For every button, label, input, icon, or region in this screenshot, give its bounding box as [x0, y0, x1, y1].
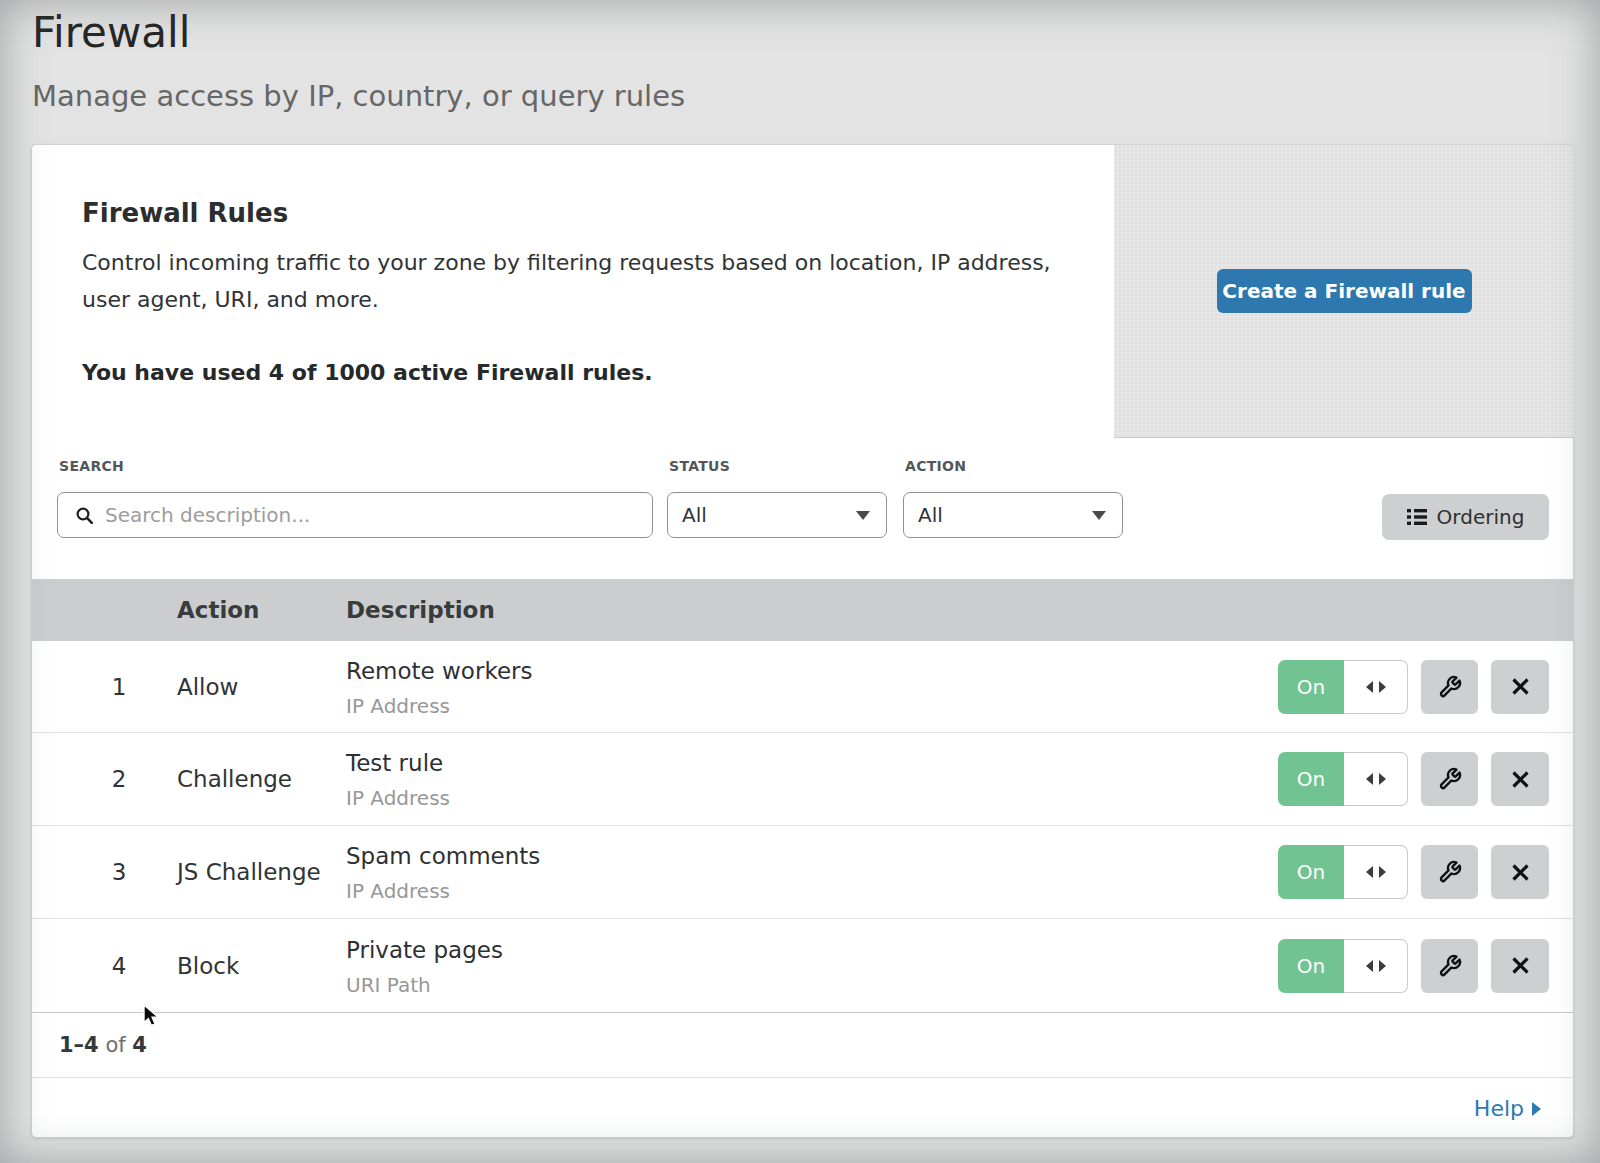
list-icon	[1407, 508, 1427, 526]
help-label: Help	[1474, 1096, 1524, 1121]
delete-rule-button[interactable]	[1491, 660, 1549, 714]
resize-arrows-icon	[1365, 772, 1387, 786]
create-firewall-rule-button[interactable]: Create a Firewall rule	[1217, 269, 1472, 313]
rule-toggle: On	[1278, 660, 1408, 714]
delete-rule-button[interactable]	[1491, 845, 1549, 899]
close-icon	[1512, 864, 1529, 881]
action-select-value: All	[918, 503, 943, 527]
rule-description: Private pages URI Path	[346, 936, 503, 995]
table-header: Action Description	[32, 579, 1573, 641]
pagination-of: of	[105, 1033, 125, 1057]
action-label: ACTION	[905, 458, 966, 474]
close-icon	[1512, 771, 1529, 788]
close-icon	[1512, 957, 1529, 974]
wrench-icon	[1438, 767, 1462, 791]
table-footer: 1–4 of 4	[32, 1013, 1573, 1078]
firewall-rules-description: Control incoming traffic to your zone by…	[82, 244, 1067, 318]
rule-description-type: IP Address	[346, 787, 450, 809]
pagination-summary: 1–4 of 4	[59, 1013, 147, 1078]
rule-toggle-on[interactable]: On	[1278, 939, 1344, 993]
column-header-description: Description	[346, 579, 495, 641]
rule-priority: 4	[89, 953, 149, 979]
firewall-rules-heading: Firewall Rules	[82, 198, 288, 228]
rule-description-title: Test rule	[346, 750, 450, 776]
status-select-value: All	[682, 503, 707, 527]
rule-toggle-on[interactable]: On	[1278, 845, 1344, 899]
create-rule-panel: Create a Firewall rule	[1114, 145, 1574, 438]
rule-row-4: 4 Block Private pages URI Path On	[32, 919, 1573, 1013]
rule-toggle-handle[interactable]	[1344, 845, 1408, 899]
rule-description-title: Spam comments	[346, 843, 540, 869]
page-subtitle: Manage access by IP, country, or query r…	[32, 79, 685, 113]
rule-description-type: IP Address	[346, 880, 540, 902]
help-link[interactable]: Help	[1474, 1096, 1541, 1121]
rule-priority: 3	[89, 859, 149, 885]
rule-row-2: 2 Challenge Test rule IP Address On	[32, 733, 1573, 826]
rule-description: Remote workers IP Address	[346, 657, 532, 716]
mouse-cursor	[143, 1004, 165, 1028]
rule-toggle: On	[1278, 939, 1408, 993]
edit-rule-button[interactable]	[1421, 845, 1478, 899]
firewall-rules-usage: You have used 4 of 1000 active Firewall …	[82, 360, 653, 385]
rule-toggle: On	[1278, 845, 1408, 899]
close-icon	[1512, 678, 1529, 695]
rule-toggle-handle[interactable]	[1344, 939, 1408, 993]
rule-description-type: IP Address	[346, 694, 532, 716]
column-header-action: Action	[177, 579, 260, 641]
rule-action: Challenge	[177, 766, 292, 792]
chevron-down-icon	[1092, 511, 1106, 520]
rule-priority: 2	[89, 766, 149, 792]
search-input[interactable]	[105, 495, 652, 535]
rule-description: Test rule IP Address	[346, 750, 450, 809]
resize-arrows-icon	[1365, 959, 1387, 973]
rule-row-3: 3 JS Challenge Spam comments IP Address …	[32, 826, 1573, 919]
rule-priority: 1	[89, 674, 149, 700]
wrench-icon	[1438, 860, 1462, 884]
chevron-down-icon	[856, 511, 870, 520]
ordering-button[interactable]: Ordering	[1382, 494, 1549, 540]
rule-toggle: On	[1278, 752, 1408, 806]
wrench-icon	[1438, 954, 1462, 978]
rule-description-type: URI Path	[346, 973, 503, 995]
rule-toggle-handle[interactable]	[1344, 660, 1408, 714]
wrench-icon	[1438, 675, 1462, 699]
rule-row-1: 1 Allow Remote workers IP Address On	[32, 641, 1573, 733]
pagination-total: 4	[132, 1033, 147, 1057]
resize-arrows-icon	[1365, 680, 1387, 694]
pagination-range: 1–4	[59, 1033, 99, 1057]
edit-rule-button[interactable]	[1421, 939, 1478, 993]
status-label: STATUS	[669, 458, 730, 474]
rule-description: Spam comments IP Address	[346, 843, 540, 902]
status-select[interactable]: All	[667, 492, 887, 538]
edit-rule-button[interactable]	[1421, 752, 1478, 806]
rule-description-title: Remote workers	[346, 657, 532, 683]
action-select[interactable]: All	[903, 492, 1123, 538]
arrow-right-icon	[1532, 1102, 1541, 1116]
search-label: SEARCH	[59, 458, 124, 474]
delete-rule-button[interactable]	[1491, 939, 1549, 993]
resize-arrows-icon	[1365, 865, 1387, 879]
page-title: Firewall	[32, 8, 190, 57]
rules-table-body: 1 Allow Remote workers IP Address On	[32, 641, 1573, 1013]
rule-toggle-on[interactable]: On	[1278, 660, 1344, 714]
help-row: Help	[32, 1078, 1573, 1139]
edit-rule-button[interactable]	[1421, 660, 1478, 714]
rule-action: JS Challenge	[177, 859, 321, 885]
ordering-button-label: Ordering	[1437, 505, 1525, 529]
rule-description-title: Private pages	[346, 936, 503, 962]
rule-action: Block	[177, 953, 239, 979]
firewall-rules-card: Create a Firewall rule Firewall Rules Co…	[31, 144, 1574, 1138]
rule-action: Allow	[177, 674, 238, 700]
search-box[interactable]	[57, 492, 653, 538]
delete-rule-button[interactable]	[1491, 752, 1549, 806]
rule-toggle-handle[interactable]	[1344, 752, 1408, 806]
rule-toggle-on[interactable]: On	[1278, 752, 1344, 806]
search-icon	[76, 507, 93, 524]
